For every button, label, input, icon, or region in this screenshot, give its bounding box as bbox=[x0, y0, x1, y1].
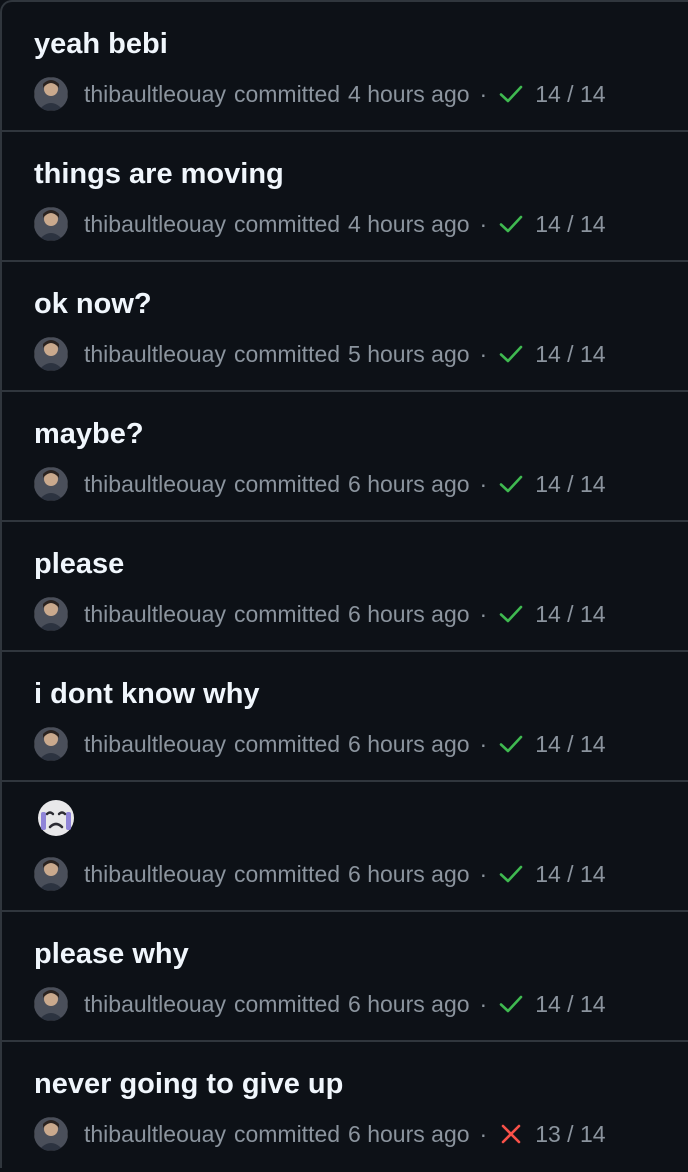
commit-list: yeah bebi thibaultleouay committed 4 hou… bbox=[0, 0, 688, 1168]
commit-row: maybe? thibaultleouay committed 6 hours … bbox=[2, 392, 688, 522]
commit-title-link[interactable]: never going to give up bbox=[34, 1062, 343, 1106]
author-link[interactable]: thibaultleouay bbox=[84, 991, 226, 1018]
author-link[interactable]: thibaultleouay bbox=[84, 81, 226, 108]
check-icon[interactable] bbox=[497, 990, 525, 1018]
commit-verb: committed bbox=[233, 340, 341, 367]
commit-title-link[interactable]: ok now? bbox=[34, 282, 152, 326]
checks-count[interactable]: 14 / 14 bbox=[535, 81, 605, 108]
commit-row: things are moving thibaultleouay committ… bbox=[2, 132, 688, 262]
author-link[interactable]: thibaultleouay bbox=[84, 601, 226, 628]
commit-title-link[interactable]: i dont know why bbox=[34, 672, 260, 716]
checks-count[interactable]: 14 / 14 bbox=[535, 731, 605, 758]
commit-title-link[interactable] bbox=[34, 796, 86, 848]
separator: · bbox=[479, 860, 488, 887]
commit-time: 6 hours ago bbox=[348, 990, 470, 1017]
checks-count[interactable]: 14 / 14 bbox=[535, 211, 605, 238]
commit-time: 6 hours ago bbox=[348, 600, 470, 627]
commit-meta: thibaultleouay committed 5 hours ago · 1… bbox=[34, 336, 606, 372]
checks-count[interactable]: 14 / 14 bbox=[535, 601, 605, 628]
author-avatar[interactable] bbox=[34, 467, 68, 501]
commit-meta: thibaultleouay committed 6 hours ago · 1… bbox=[34, 856, 606, 892]
separator: · bbox=[479, 730, 488, 757]
commit-time: 6 hours ago bbox=[348, 470, 470, 497]
commit-row: thibaultleouay committed 6 hours ago · 1… bbox=[2, 782, 688, 912]
commit-row: i dont know why thibaultleouay committed… bbox=[2, 652, 688, 782]
commit-meta: thibaultleouay committed 4 hours ago · 1… bbox=[34, 76, 606, 112]
separator: · bbox=[479, 470, 488, 497]
checks-count[interactable]: 13 / 14 bbox=[535, 1121, 605, 1148]
check-icon[interactable] bbox=[497, 470, 525, 498]
commit-row: please thibaultleouay committed 6 hours … bbox=[2, 522, 688, 652]
author-link[interactable]: thibaultleouay bbox=[84, 211, 226, 238]
commit-time: 5 hours ago bbox=[348, 340, 470, 367]
author-link[interactable]: thibaultleouay bbox=[84, 341, 226, 368]
commit-title-link[interactable]: maybe? bbox=[34, 412, 144, 456]
commit-verb: committed bbox=[233, 210, 341, 237]
commit-verb: committed bbox=[233, 470, 341, 497]
checks-count[interactable]: 14 / 14 bbox=[535, 341, 605, 368]
separator: · bbox=[479, 340, 488, 367]
author-link[interactable]: thibaultleouay bbox=[84, 1121, 226, 1148]
commit-verb: committed bbox=[233, 600, 341, 627]
check-icon[interactable] bbox=[497, 600, 525, 628]
check-icon[interactable] bbox=[497, 80, 525, 108]
commit-row: never going to give up thibaultleouay co… bbox=[2, 1042, 688, 1172]
check-icon[interactable] bbox=[497, 730, 525, 758]
commit-title-link[interactable]: things are moving bbox=[34, 152, 284, 196]
commit-verb: committed bbox=[233, 860, 341, 887]
author-avatar[interactable] bbox=[34, 987, 68, 1021]
commit-title-link[interactable]: yeah bebi bbox=[34, 22, 168, 66]
check-icon[interactable] bbox=[497, 860, 525, 888]
author-avatar[interactable] bbox=[34, 857, 68, 891]
author-avatar[interactable] bbox=[34, 727, 68, 761]
checks-count[interactable]: 14 / 14 bbox=[535, 471, 605, 498]
separator: · bbox=[479, 80, 488, 107]
x-icon[interactable] bbox=[497, 1120, 525, 1148]
commit-verb: committed bbox=[233, 990, 341, 1017]
commit-title-link[interactable]: please why bbox=[34, 932, 189, 976]
separator: · bbox=[479, 990, 488, 1017]
check-icon[interactable] bbox=[497, 340, 525, 368]
commit-meta: thibaultleouay committed 6 hours ago · 1… bbox=[34, 466, 606, 502]
commit-verb: committed bbox=[233, 730, 341, 757]
commit-verb: committed bbox=[233, 80, 341, 107]
commit-row: yeah bebi thibaultleouay committed 4 hou… bbox=[2, 2, 688, 132]
crying-face-emoji-icon bbox=[34, 800, 78, 847]
commit-meta: thibaultleouay committed 6 hours ago · 1… bbox=[34, 986, 606, 1022]
check-icon[interactable] bbox=[497, 210, 525, 238]
author-link[interactable]: thibaultleouay bbox=[84, 731, 226, 758]
commit-time: 6 hours ago bbox=[348, 1120, 470, 1147]
commit-row: please why thibaultleouay committed 6 ho… bbox=[2, 912, 688, 1042]
checks-count[interactable]: 14 / 14 bbox=[535, 991, 605, 1018]
commit-title-link[interactable]: please bbox=[34, 542, 124, 586]
commit-time: 4 hours ago bbox=[348, 210, 470, 237]
author-avatar[interactable] bbox=[34, 597, 68, 631]
separator: · bbox=[479, 1120, 488, 1147]
author-avatar[interactable] bbox=[34, 77, 68, 111]
author-avatar[interactable] bbox=[34, 337, 68, 371]
commit-meta: thibaultleouay committed 6 hours ago · 1… bbox=[34, 596, 606, 632]
author-avatar[interactable] bbox=[34, 1117, 68, 1151]
commit-row: ok now? thibaultleouay committed 5 hours… bbox=[2, 262, 688, 392]
commit-time: 4 hours ago bbox=[348, 80, 470, 107]
commit-meta: thibaultleouay committed 4 hours ago · 1… bbox=[34, 206, 606, 242]
commit-time: 6 hours ago bbox=[348, 860, 470, 887]
commit-meta: thibaultleouay committed 6 hours ago · 1… bbox=[34, 726, 606, 762]
author-link[interactable]: thibaultleouay bbox=[84, 861, 226, 888]
author-link[interactable]: thibaultleouay bbox=[84, 471, 226, 498]
checks-count[interactable]: 14 / 14 bbox=[535, 861, 605, 888]
commit-time: 6 hours ago bbox=[348, 730, 470, 757]
separator: · bbox=[479, 210, 488, 237]
commit-verb: committed bbox=[233, 1120, 341, 1147]
separator: · bbox=[479, 600, 488, 627]
commit-meta: thibaultleouay committed 6 hours ago · 1… bbox=[34, 1116, 606, 1152]
author-avatar[interactable] bbox=[34, 207, 68, 241]
